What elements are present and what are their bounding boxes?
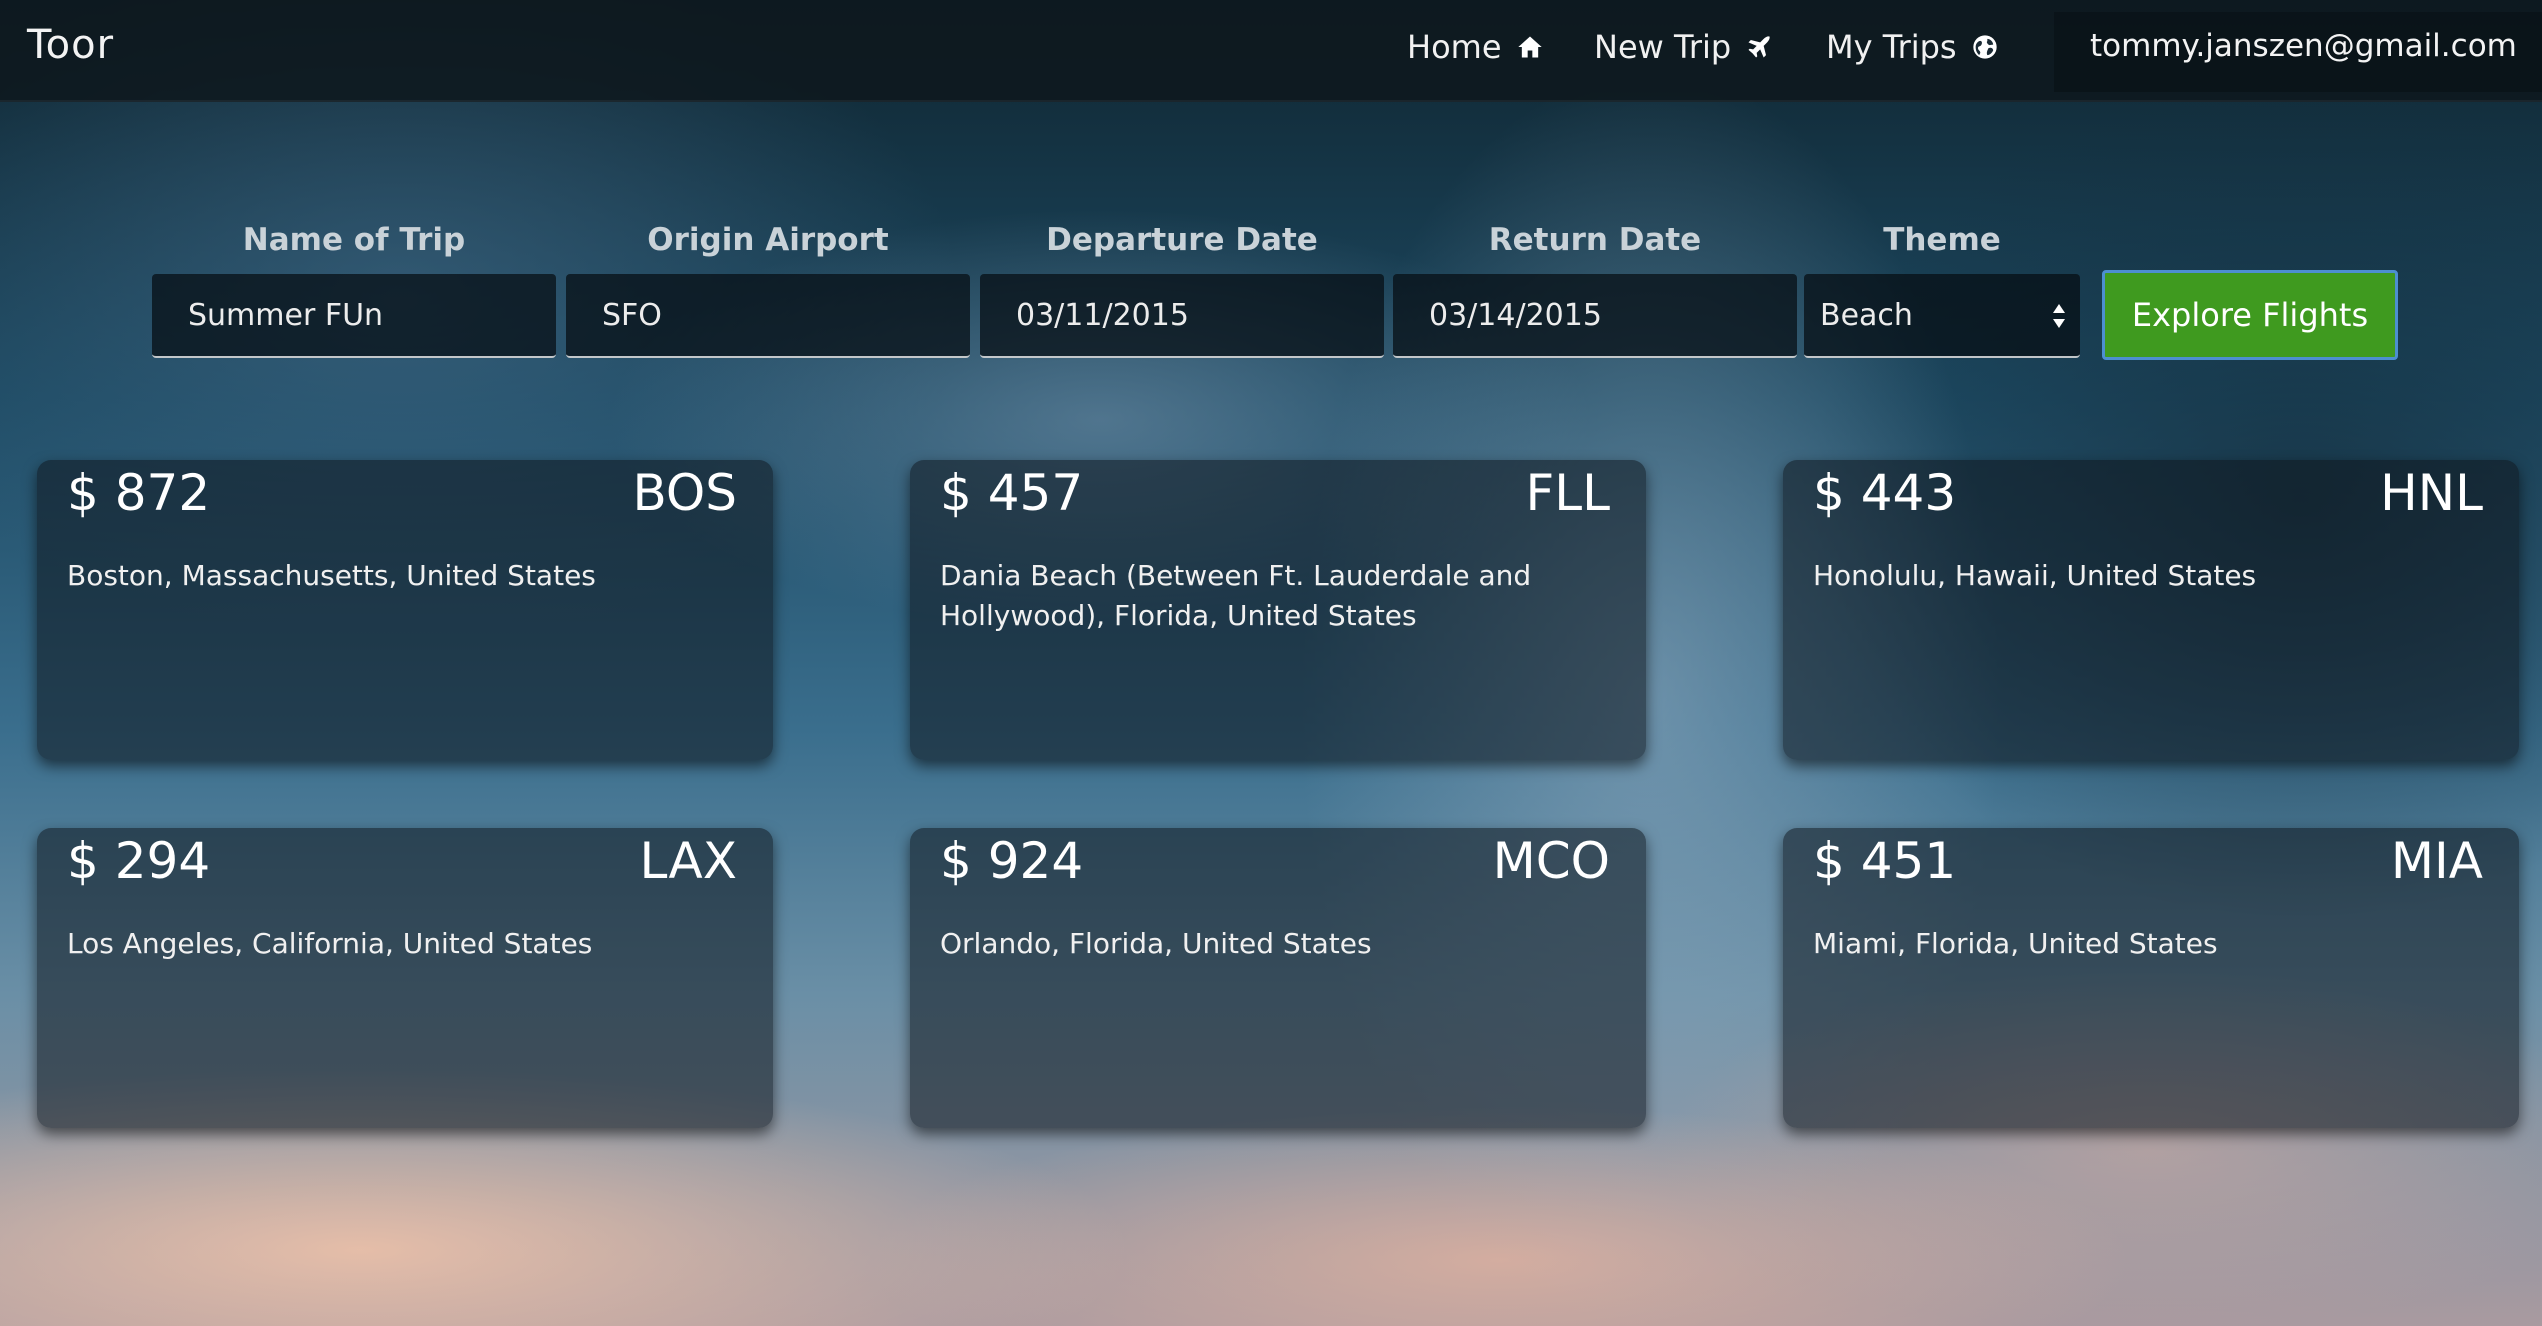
select-arrows-icon [2053,304,2065,328]
return-date-field[interactable] [1393,274,1797,358]
result-card[interactable]: $ 924 MCO Orlando, Florida, United State… [910,828,1646,1128]
result-city: Los Angeles, California, United States [67,927,593,960]
return-date-input[interactable] [1429,297,1797,333]
origin-airport-label: Origin Airport [647,222,889,258]
nav-home[interactable]: Home [1407,28,1544,66]
result-city: Honolulu, Hawaii, United States [1813,559,2257,592]
theme-selected-value: Beach [1820,297,1913,333]
nav-my-trips[interactable]: My Trips [1826,28,1999,66]
result-card[interactable]: $ 294 LAX Los Angeles, California, Unite… [37,828,773,1128]
top-navbar: Toor Home New Trip My Trips tommy.jansze… [0,0,2542,102]
home-icon [1517,36,1542,58]
nav-my-trips-label: My Trips [1826,28,1957,66]
result-city: Dania Beach (Between Ft. Lauderdale and … [940,559,1532,632]
result-price: $ 924 [940,832,1084,890]
user-menu[interactable]: tommy.janszen@gmail.com [2054,12,2542,92]
result-card[interactable]: $ 451 MIA Miami, Florida, United States [1783,828,2519,1128]
result-card[interactable]: $ 443 HNL Honolulu, Hawaii, United State… [1783,460,2519,760]
trip-name-label: Name of Trip [242,222,466,258]
result-price: $ 443 [1813,464,1957,522]
result-city: Miami, Florida, United States [1813,927,2218,960]
user-email: tommy.janszen@gmail.com [2090,28,2517,64]
trip-name-input[interactable] [188,297,556,333]
result-city: Boston, Massachusetts, United States [67,559,596,592]
result-airport-code: FLL [1525,464,1610,522]
result-airport-code: HNL [2380,464,2483,522]
result-airport-code: MCO [1492,832,1610,890]
nav-new-trip[interactable]: New Trip [1594,28,1773,66]
result-price: $ 872 [67,464,211,522]
globe-icon [1972,35,1997,59]
result-price: $ 451 [1813,832,1957,890]
nav-new-trip-label: New Trip [1594,28,1732,66]
return-date-label: Return Date [1488,222,1702,258]
plane-icon [1748,36,1770,58]
result-price: $ 294 [67,832,211,890]
departure-date-label: Departure Date [1046,222,1318,258]
result-city: Orlando, Florida, United States [940,927,1372,960]
result-card[interactable]: $ 457 FLL Dania Beach (Between Ft. Laude… [910,460,1646,760]
result-price: $ 457 [940,464,1084,522]
nav-home-label: Home [1407,28,1502,66]
result-airport-code: MIA [2390,832,2483,890]
origin-airport-field[interactable] [566,274,970,358]
result-card[interactable]: $ 872 BOS Boston, Massachusetts, United … [37,460,773,760]
explore-flights-button[interactable]: Explore Flights [2102,270,2398,360]
departure-date-field[interactable] [980,274,1384,358]
result-airport-code: LAX [639,832,737,890]
theme-label: Theme [1883,222,2001,258]
brand-logo[interactable]: Toor [27,22,114,68]
theme-select[interactable]: Beach [1804,274,2080,358]
result-airport-code: BOS [632,464,737,522]
origin-airport-input[interactable] [602,297,970,333]
departure-date-input[interactable] [1016,297,1384,333]
trip-name-field[interactable] [152,274,556,358]
